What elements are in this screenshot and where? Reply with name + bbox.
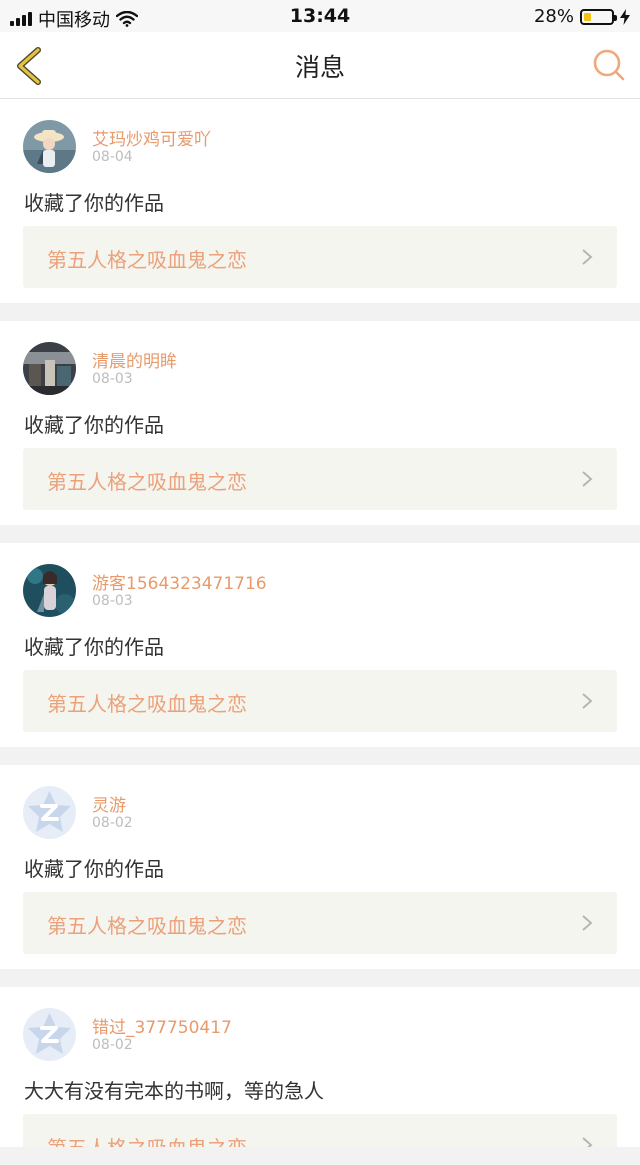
work-link[interactable]: 第五人格之吸血鬼之恋 (23, 1114, 617, 1147)
charging-bolt-icon (620, 8, 630, 25)
message-text: 收藏了你的作品 (24, 857, 164, 881)
message-card: 艾玛炒鸡可爱吖 08-04 收藏了你的作品 第五人格之吸血鬼之恋 (0, 99, 640, 303)
message-date: 08-03 (92, 371, 133, 387)
username[interactable]: 灵游 (92, 791, 126, 816)
work-title: 第五人格之吸血鬼之恋 (47, 1132, 247, 1147)
chevron-right-icon (582, 471, 593, 487)
avatar[interactable] (23, 786, 76, 839)
navigation-bar: 消息 (0, 32, 640, 99)
username[interactable]: 艾玛炒鸡可爱吖 (92, 125, 211, 150)
chevron-right-icon (582, 693, 593, 709)
battery-icon (580, 8, 617, 25)
work-link[interactable]: 第五人格之吸血鬼之恋 (23, 892, 617, 954)
avatar[interactable] (23, 1008, 76, 1061)
status-bar: 中国移动 13:44 28% (0, 0, 640, 32)
work-title: 第五人格之吸血鬼之恋 (47, 692, 247, 716)
avatar[interactable] (23, 120, 76, 173)
message-date: 08-02 (92, 1037, 133, 1053)
message-date: 08-04 (92, 149, 133, 165)
message-text: 收藏了你的作品 (24, 191, 164, 215)
status-right: 28% (534, 6, 630, 27)
work-link[interactable]: 第五人格之吸血鬼之恋 (23, 670, 617, 732)
battery-percent: 28% (533, 6, 574, 27)
message-text: 收藏了你的作品 (24, 635, 164, 659)
avatar[interactable] (23, 342, 76, 395)
search-icon (593, 49, 625, 81)
message-card: 游客1564323471716 08-03 收藏了你的作品 第五人格之吸血鬼之恋 (0, 543, 640, 747)
work-link[interactable]: 第五人格之吸血鬼之恋 (23, 226, 617, 288)
message-text: 收藏了你的作品 (24, 413, 164, 437)
message-date: 08-03 (92, 593, 133, 609)
work-title: 第五人格之吸血鬼之恋 (47, 914, 247, 938)
message-date: 08-02 (92, 815, 133, 831)
username[interactable]: 错过_377750417 (92, 1013, 232, 1038)
work-link[interactable]: 第五人格之吸血鬼之恋 (23, 448, 617, 510)
username[interactable]: 清晨的明眸 (92, 347, 177, 372)
message-card: 清晨的明眸 08-03 收藏了你的作品 第五人格之吸血鬼之恋 (0, 321, 640, 525)
username[interactable]: 游客1564323471716 (92, 569, 267, 594)
page-title: 消息 (294, 53, 345, 82)
message-card: 错过_377750417 08-02 大大有没有完本的书啊，等的急人 第五人格之… (0, 987, 640, 1147)
avatar[interactable] (23, 564, 76, 617)
work-title: 第五人格之吸血鬼之恋 (47, 248, 247, 272)
work-title: 第五人格之吸血鬼之恋 (47, 470, 247, 494)
chevron-right-icon (582, 249, 593, 265)
message-card: 灵游 08-02 收藏了你的作品 第五人格之吸血鬼之恋 (0, 765, 640, 969)
message-text: 大大有没有完本的书啊，等的急人 (24, 1079, 324, 1103)
message-list: 艾玛炒鸡可爱吖 08-04 收藏了你的作品 第五人格之吸血鬼之恋 清晨的明眸 0… (0, 99, 640, 1165)
search-button[interactable] (592, 48, 626, 82)
chevron-right-icon (582, 915, 593, 931)
